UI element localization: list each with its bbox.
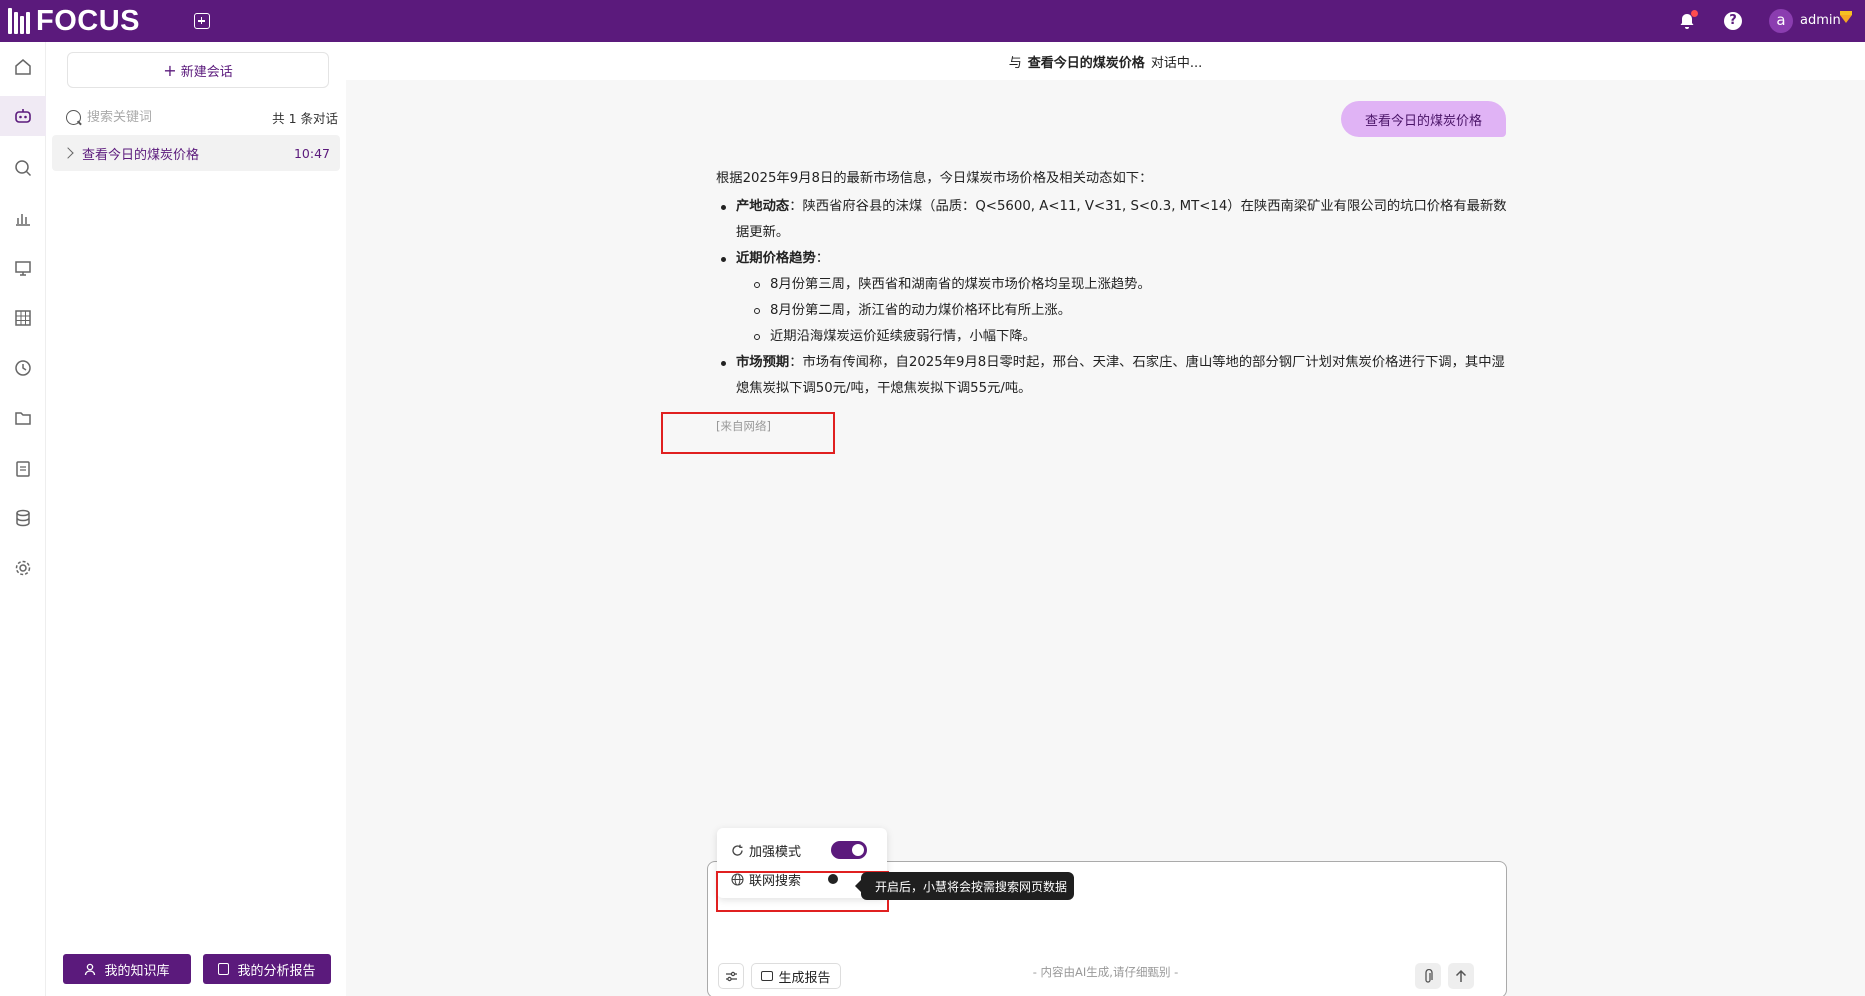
search-icon	[66, 109, 81, 125]
conversation-item[interactable]: 查看今日的煤炭价格 10:47	[52, 135, 340, 171]
chat-main: 与 查看今日的煤炭价格 对话中... 查看今日的煤炭价格 根据2025年9月8日…	[346, 42, 1865, 996]
answer-intro: 根据2025年9月8日的最新市场信息，今日煤炭市场价格及相关动态如下：	[716, 171, 1153, 186]
trend-item: 近期沿海煤炭运价延续疲弱行情，小幅下降。	[752, 324, 1516, 350]
enhanced-mode-label: 加强模式	[749, 844, 802, 860]
conversation-search: 共 1 条对话	[62, 102, 338, 132]
conversation-count: 共 1 条对话	[272, 110, 338, 126]
username[interactable]: admin	[1800, 13, 1841, 28]
rail-home[interactable]	[0, 47, 46, 87]
database-icon	[16, 509, 30, 527]
clock-icon	[15, 360, 31, 376]
user-icon	[85, 963, 96, 975]
header-title: 查看今日的煤炭价格	[1027, 55, 1145, 71]
analysis-report-button[interactable]: 我的分析报告	[203, 954, 331, 984]
robot-icon	[15, 109, 31, 123]
trend-sublist: 8月份第三周，陕西省和湖南省的煤炭市场价格均呈现上涨趋势。 8月份第二周，浙江省…	[752, 272, 1516, 350]
search-icon	[15, 160, 32, 177]
rail-settings[interactable]	[0, 548, 46, 588]
logo-icon	[8, 8, 30, 34]
chat-header: 与 查看今日的煤炭价格 对话中...	[346, 42, 1865, 80]
answer-item-origin: 产地动态：陕西省府谷县的沫煤（品质：Q<5600, A<11, V<31, S<…	[720, 194, 1516, 246]
notification-dot	[1691, 10, 1698, 17]
folder-icon	[15, 412, 31, 425]
rail-dashboard[interactable]	[0, 248, 46, 288]
chevron-right-icon	[62, 147, 74, 159]
analysis-report-label: 我的分析报告	[237, 963, 316, 979]
logo-text: FOCUS	[36, 4, 140, 37]
vip-gem-icon	[1840, 11, 1852, 23]
help-icon[interactable]: ?	[1724, 12, 1742, 30]
new-chat-button[interactable]: + 新建会话	[67, 52, 329, 88]
rail-table[interactable]	[0, 298, 46, 338]
answer-list: 产地动态：陕西省府谷县的沫煤（品质：Q<5600, A<11, V<31, S<…	[720, 194, 1516, 402]
focus-logo[interactable]: FOCUS	[8, 0, 140, 42]
new-chat-label: 新建会话	[180, 64, 233, 80]
enhanced-mode-toggle[interactable]	[831, 841, 867, 859]
conversation-sidebar: + 新建会话 共 1 条对话 查看今日的煤炭价格 10:47 我的知识库 我的分…	[46, 42, 346, 996]
source-highlight-box	[661, 412, 835, 454]
presentation-icon	[15, 261, 31, 276]
top-bar: FOCUS ? a admin	[0, 0, 1865, 42]
user-message-bubble: 查看今日的煤炭价格	[1341, 101, 1506, 137]
icon-rail	[0, 42, 46, 996]
plus-icon: +	[163, 60, 177, 80]
table-icon	[15, 310, 31, 326]
avatar[interactable]: a	[1769, 9, 1793, 33]
conversation-time: 10:47	[293, 145, 330, 161]
gear-icon	[15, 560, 31, 576]
header-prefix: 与	[1008, 55, 1022, 71]
new-tab-icon[interactable]	[194, 13, 210, 29]
rail-charts[interactable]	[0, 198, 46, 238]
clipboard-icon	[16, 461, 30, 477]
header-status: 对话中...	[1150, 55, 1203, 71]
web-search-tooltip: 开启后，小慧将会按需搜索网页数据	[855, 872, 1074, 900]
rail-folder[interactable]	[0, 398, 46, 438]
knowledge-base-label: 我的知识库	[104, 963, 170, 979]
home-icon	[15, 59, 31, 75]
rail-ai-chat[interactable]	[0, 96, 46, 136]
bar-chart-icon	[16, 214, 30, 226]
rail-database[interactable]	[0, 498, 46, 538]
report-icon	[218, 963, 230, 975]
trend-item: 8月份第三周，陕西省和湖南省的煤炭市场价格均呈现上涨趋势。	[752, 272, 1516, 298]
answer-item-outlook: 市场预期：市场有传闻称，自2025年9月8日零时起，邢台、天津、石家庄、唐山等地…	[720, 350, 1516, 402]
knowledge-base-button[interactable]: 我的知识库	[63, 954, 191, 984]
conversation-title: 查看今日的煤炭价格	[82, 147, 200, 163]
ai-disclaimer: - 内容由AI生成,请仔细甄别 -	[1032, 965, 1179, 979]
enhanced-mode-row: 加强模式	[731, 839, 801, 861]
refresh-icon	[732, 844, 743, 856]
trend-item: 8月份第二周，浙江省的动力煤价格环比有所上涨。	[752, 298, 1516, 324]
rail-history[interactable]	[0, 348, 46, 388]
answer-item-trend: 近期价格趋势： 8月份第三周，陕西省和湖南省的煤炭市场价格均呈现上涨趋势。 8月…	[720, 246, 1516, 350]
rail-search[interactable]	[0, 148, 46, 188]
search-input[interactable]	[87, 109, 247, 125]
rail-clipboard[interactable]	[0, 448, 46, 488]
ai-answer: 根据2025年9月8日的最新市场信息，今日煤炭市场价格及相关动态如下： 产地动态…	[716, 166, 1516, 402]
